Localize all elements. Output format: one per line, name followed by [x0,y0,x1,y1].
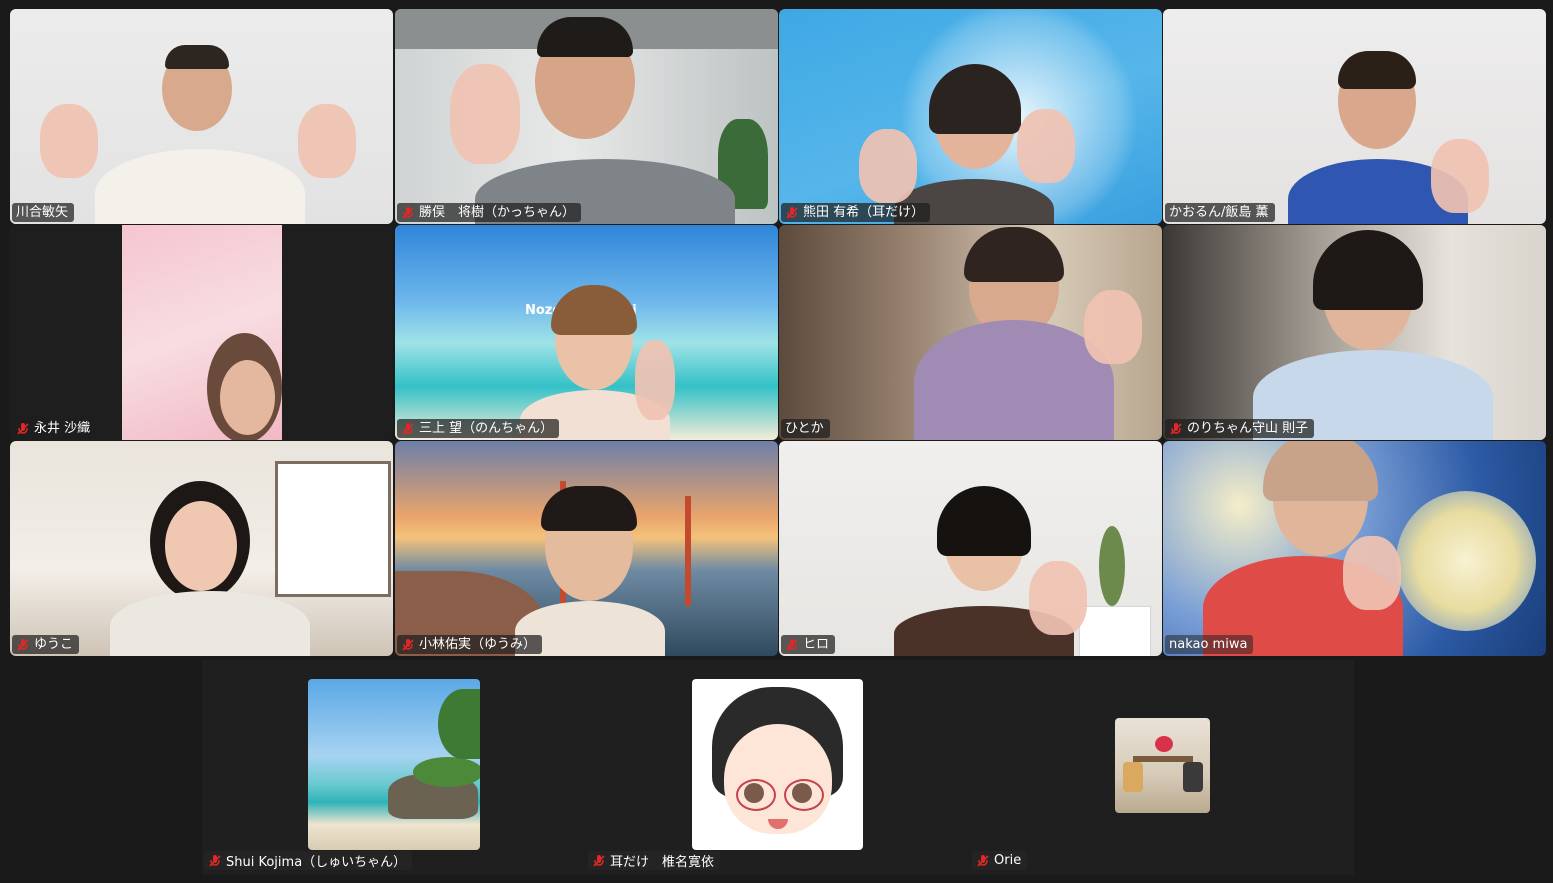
participant-name-label: ひとか [781,419,830,438]
video-tile-2[interactable]: 勝俣 将樹（かっちゃん） [395,9,778,224]
participant-name-label: nakao miwa [1165,635,1254,654]
mic-muted-icon [593,854,605,867]
participant-name-label: ゆうこ [12,635,80,654]
video-feed [779,441,1162,656]
video-tile-8[interactable]: のりちゃん守山 則子 [1163,225,1546,440]
profile-photo-illustration[interactable] [692,679,863,850]
mic-muted-icon [17,638,29,651]
mic-muted-icon [1170,422,1182,435]
mic-muted-icon [786,638,798,651]
participant-name-label: 耳だけ 椎名寛依 [588,851,721,870]
video-tile-10[interactable]: 小林佑実（ゆうみ） [395,441,778,656]
participant-name-label: かおるん/飯島 薫 [1165,203,1275,222]
video-tile-3[interactable]: 熊田 有希（耳だけ） [779,9,1162,224]
mic-muted-icon [977,854,989,867]
video-feed [1163,225,1546,440]
video-feed [779,225,1162,440]
video-tile-6[interactable]: Nozomi Mikami 三上 望（のんちゃん） [395,225,778,440]
video-tile-9[interactable]: ゆうこ [10,441,393,656]
mic-muted-icon [402,206,414,219]
participant-name-label: 三上 望（のんちゃん） [397,419,560,438]
video-tile-5[interactable]: 永井 沙織 [10,225,393,440]
video-feed [395,9,778,224]
participant-name-label: ヒロ [781,635,836,654]
video-tile-7[interactable]: ひとか [779,225,1162,440]
mic-muted-icon [402,638,414,651]
profile-photo-beach[interactable] [308,679,480,850]
participant-name-label: 小林佑実（ゆうみ） [397,635,543,654]
participant-name-label: 熊田 有希（耳だけ） [781,203,931,222]
participant-name-label: Shui Kojima（しゅいちゃん） [204,851,413,870]
participant-name-label: 勝俣 将樹（かっちゃん） [397,203,582,222]
video-feed [1163,441,1546,656]
video-feed [10,9,393,224]
mic-muted-icon [17,422,29,435]
video-feed [395,441,778,656]
video-tile-4[interactable]: かおるん/飯島 薫 [1163,9,1546,224]
video-feed [10,225,393,440]
mic-muted-icon [786,206,798,219]
video-feed [1163,9,1546,224]
participant-name-label: Orie [972,851,1028,870]
mic-muted-icon [402,422,414,435]
video-tile-12[interactable]: nakao miwa [1163,441,1546,656]
video-feed: Nozomi Mikami [395,225,778,440]
video-feed [779,9,1162,224]
zoom-gallery-view: 川合敏矢 勝俣 将樹（かっちゃん） 熊田 有希（耳だけ） かおるん/飯島 薫 永… [0,0,1553,883]
video-tile-1[interactable]: 川合敏矢 [10,9,393,224]
video-feed [10,441,393,656]
participant-name-label: 永井 沙織 [12,419,97,438]
participant-name-label: 川合敏矢 [12,203,75,222]
mic-muted-icon [209,854,221,867]
profile-photo-room[interactable] [1115,718,1210,813]
participant-name-label: のりちゃん守山 則子 [1165,419,1315,438]
video-tile-11[interactable]: ヒロ [779,441,1162,656]
